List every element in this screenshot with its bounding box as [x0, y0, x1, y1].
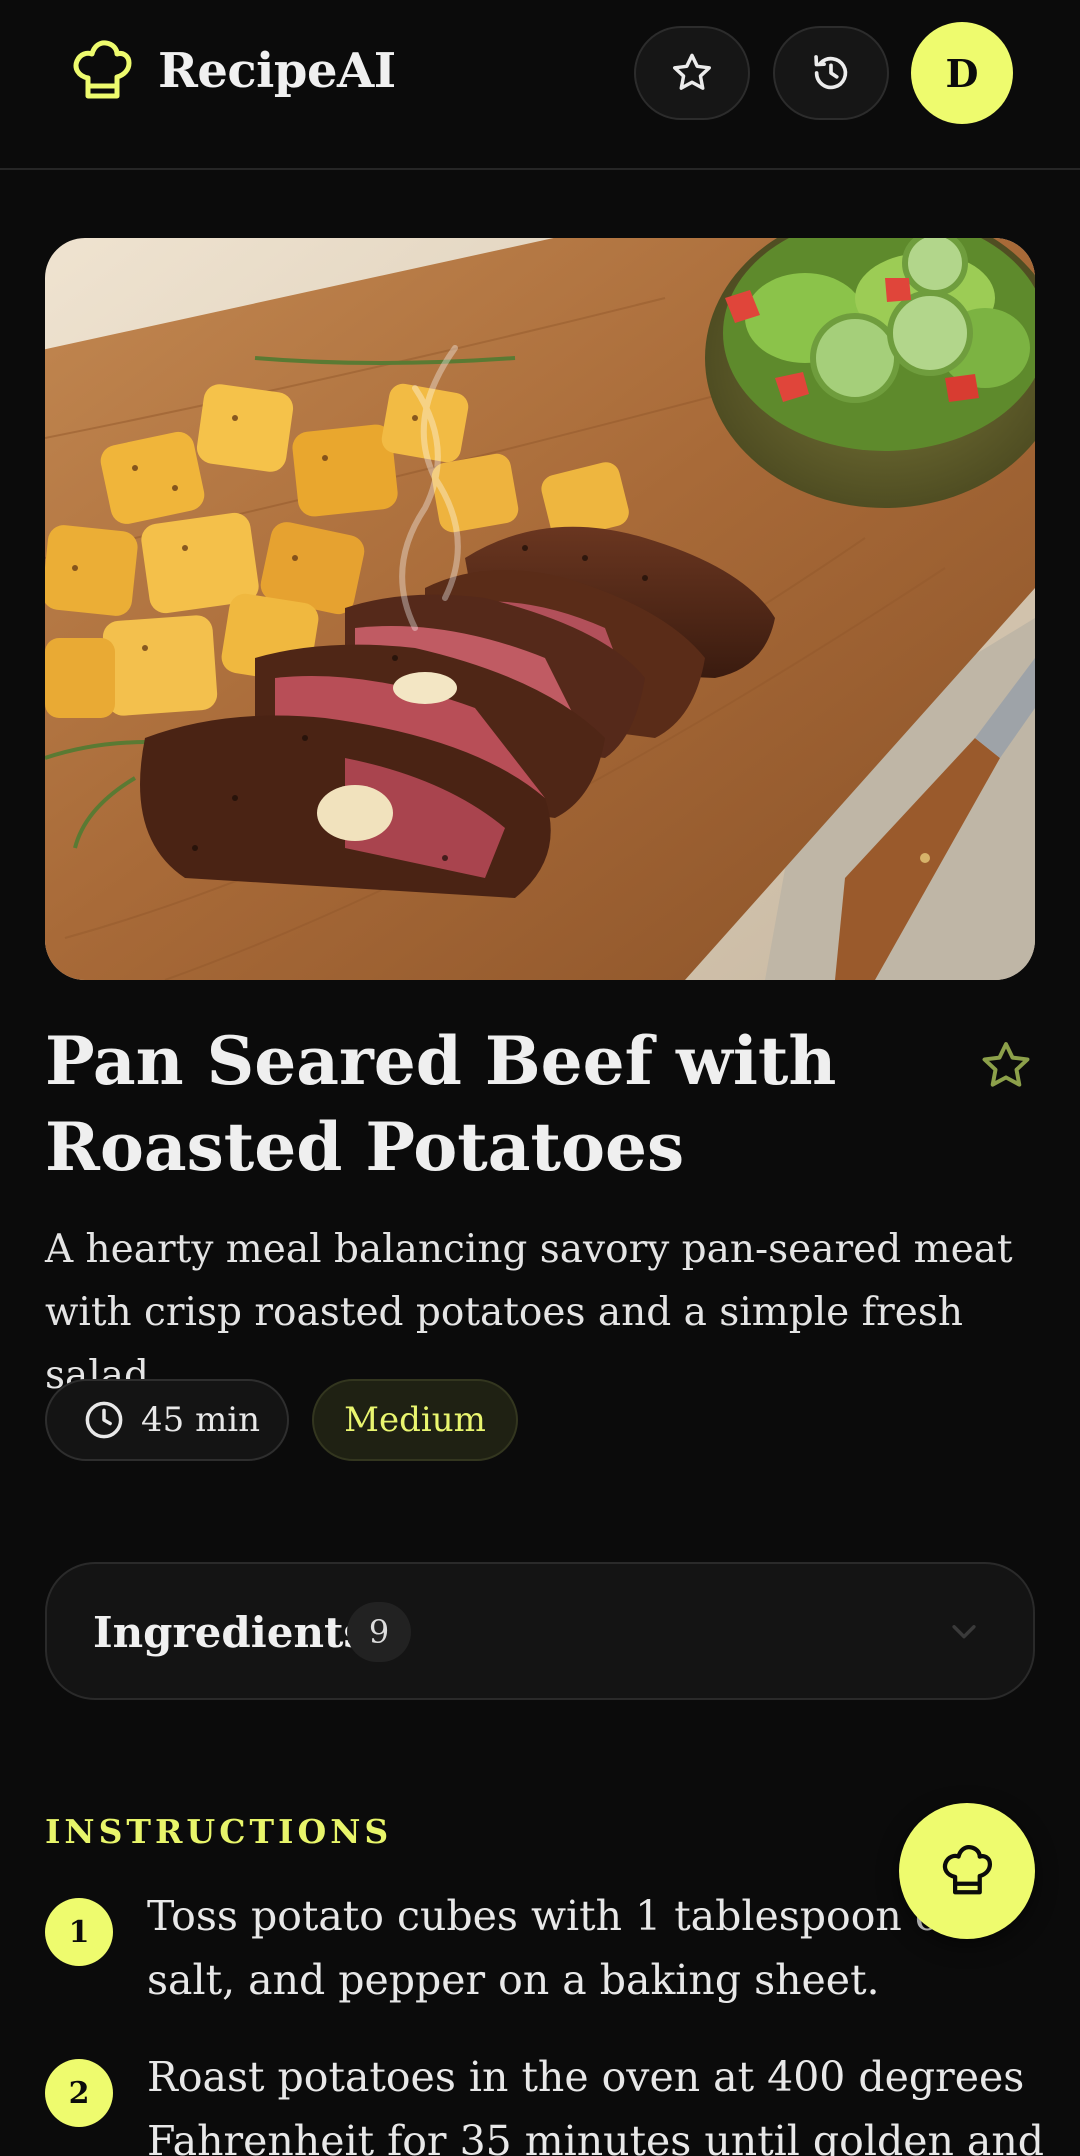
favorite-star-icon[interactable]	[978, 1038, 1034, 1094]
history-button[interactable]	[773, 26, 889, 120]
step-number: 2	[45, 2059, 113, 2127]
ingredients-accordion[interactable]: Ingredients 9	[45, 1562, 1035, 1700]
recipe-title: Pan Seared Beef with Roasted Potatoes	[45, 1022, 837, 1186]
ingredients-label: Ingredients	[93, 1608, 368, 1657]
ingredients-count-badge: 9	[347, 1602, 411, 1662]
cook-time-label: 45 min	[141, 1400, 261, 1440]
chef-assistant-fab[interactable]	[899, 1803, 1035, 1939]
brand[interactable]: RecipeAI	[72, 38, 396, 104]
instructions-heading: INSTRUCTIONS	[45, 1812, 393, 1851]
clock-icon	[85, 1401, 123, 1439]
step-number: 1	[45, 1898, 113, 1966]
app-header: RecipeAI D	[0, 0, 1080, 170]
app-name: RecipeAI	[158, 43, 396, 99]
chevron-down-icon	[952, 1625, 976, 1639]
user-avatar[interactable]: D	[911, 22, 1013, 124]
step-text: Roast potatoes in the oven at 400 degree…	[147, 2053, 1045, 2156]
chef-hat-icon	[73, 40, 132, 99]
recipe-image	[45, 238, 1035, 980]
chef-hat-icon	[942, 1845, 993, 1895]
favorites-button[interactable]	[634, 26, 750, 120]
star-icon	[673, 53, 711, 90]
difficulty-badge: Medium	[312, 1379, 518, 1461]
cook-time-chip: 45 min	[45, 1379, 289, 1461]
history-icon	[814, 55, 848, 90]
